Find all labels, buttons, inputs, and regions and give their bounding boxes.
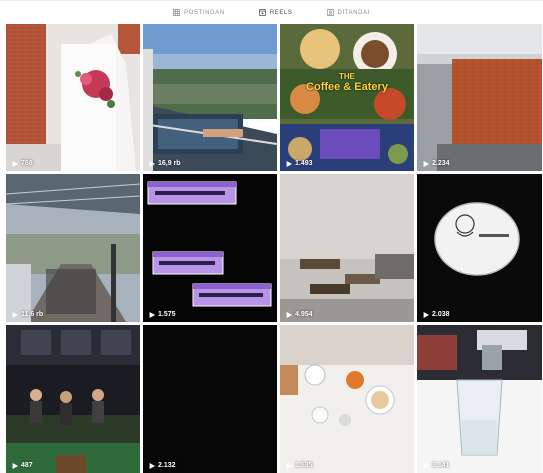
play-icon [423,462,429,469]
play-icon [149,160,155,167]
reel-tile[interactable]: THE Coffee & Eatery 1.493 [280,24,414,171]
view-count: 16,9 rb [149,160,181,167]
view-count-text: 4.954 [295,311,313,318]
reel-tile[interactable]: 2.234 [417,24,542,171]
view-count-text: 11,6 rb [21,311,44,318]
view-count: 4.954 [286,311,313,318]
play-icon [423,160,429,167]
reel-tile[interactable]: 11,6 rb [6,174,140,322]
view-count-text: 2.234 [432,160,450,167]
view-count: 2.132 [149,462,176,469]
view-count-text: 768 [21,160,33,167]
play-icon [12,160,18,167]
tab-ditandai[interactable]: DITANDAI [326,9,370,16]
play-icon [423,311,429,318]
reel-tile[interactable]: 768 [6,24,140,171]
reel-thumbnail [6,24,140,171]
view-count-text: 2.132 [158,462,176,469]
reel-thumbnail [6,174,140,322]
reel-tile[interactable]: 3.141 [417,325,542,473]
reel-thumbnail [417,174,542,322]
play-icon [286,160,292,167]
play-icon [286,462,292,469]
reel-thumbnail [143,325,277,473]
tab-label: POSTINGAN [184,9,225,16]
reel-thumbnail [143,24,277,171]
view-count: 1.535 [286,462,313,469]
grid-icon [173,9,181,16]
view-count-text: 16,9 rb [158,160,181,167]
view-count: 1.575 [149,311,176,318]
view-count-text: 1.535 [295,462,313,469]
reel-thumbnail [280,174,414,322]
view-count: 2.038 [423,311,450,318]
tab-postingan[interactable]: POSTINGAN [173,9,225,16]
play-icon [12,462,18,469]
view-count: 487 [12,462,33,469]
view-count-text: 1.575 [158,311,176,318]
reel-title: THE Coffee & Eatery [280,72,414,93]
play-icon [149,462,155,469]
reel-tile[interactable]: 16,9 rb [143,24,277,171]
reel-tile[interactable]: 2.038 [417,174,542,322]
view-count: 3.141 [423,462,450,469]
reel-thumbnail [417,325,542,473]
reel-tile[interactable]: 4.954 [280,174,414,322]
reel-thumbnail [417,24,542,171]
reel-tile[interactable]: 487 [6,325,140,473]
view-count: 11,6 rb [12,311,43,318]
reel-thumbnail [280,24,414,171]
play-icon [12,311,18,318]
view-count-text: 3.141 [432,462,450,469]
reel-title-line-2: Coffee & Eatery [306,81,388,93]
tab-reels[interactable]: REELS [258,9,293,16]
reels-grid: 768 16,9 rb THE Coffee & Eatery 1.493 2.… [6,24,543,473]
play-icon [149,311,155,318]
reel-title-line-1: THE [339,72,355,81]
tab-label: REELS [269,9,293,16]
reel-thumbnail [143,174,277,322]
view-count: 768 [12,160,33,167]
reel-thumbnail [6,325,140,473]
view-count-text: 2.038 [432,311,450,318]
play-icon [286,311,292,318]
reel-thumbnail [280,325,414,473]
reel-tile[interactable]: 2.132 [143,325,277,473]
view-count: 1.493 [286,160,313,167]
view-count-text: 1.493 [295,160,313,167]
view-count-text: 487 [21,462,33,469]
reel-tile[interactable]: 1.535 [280,325,414,473]
profile-tabs: POSTINGAN REELS DITANDAI [0,0,543,24]
tag-icon [326,9,334,16]
view-count: 2.234 [423,160,450,167]
reels-icon [258,9,266,16]
reel-tile[interactable]: 1.575 [143,174,277,322]
tab-label: DITANDAI [337,9,370,16]
